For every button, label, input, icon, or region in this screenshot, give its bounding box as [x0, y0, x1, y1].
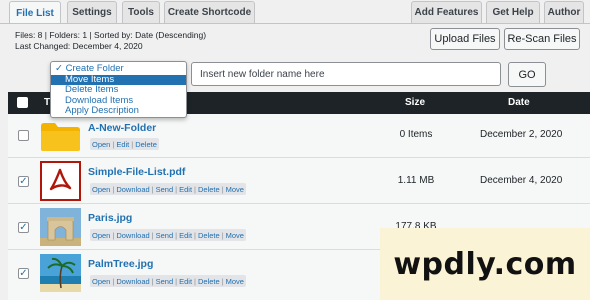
action-move[interactable]: Move: [226, 277, 244, 286]
file-name-link[interactable]: Simple-File-List.pdf: [88, 166, 185, 178]
new-folder-placeholder: Insert new folder name here: [200, 68, 325, 80]
tab-file-list[interactable]: File List: [9, 1, 61, 24]
file-name-link[interactable]: A-New-Folder: [88, 122, 156, 134]
row-checkbox[interactable]: [18, 130, 29, 141]
column-date[interactable]: Date: [508, 97, 530, 108]
option-create-folder[interactable]: ✓ Create Folder: [51, 63, 186, 75]
row-checkbox[interactable]: ✓: [18, 222, 29, 233]
tab-tools[interactable]: Tools: [122, 1, 160, 23]
table-row: A-New-Folder Open | Edit | Delete 0 Items …: [8, 114, 590, 158]
upload-files-button[interactable]: Upload Files: [430, 28, 500, 50]
palm-tree-thumbnail: [40, 254, 81, 292]
pdf-icon: [39, 160, 82, 202]
action-move[interactable]: Move: [226, 231, 244, 240]
row-actions: Open | Download | Send | Edit | Delete | Move: [90, 183, 246, 195]
action-open[interactable]: Open: [92, 185, 110, 194]
go-button[interactable]: GO: [508, 62, 546, 87]
file-name-link[interactable]: PalmTree.jpg: [88, 258, 153, 270]
row-actions: Open | Edit | Delete: [90, 138, 159, 150]
action-open[interactable]: Open: [92, 231, 110, 240]
file-name-link[interactable]: Paris.jpg: [88, 212, 132, 224]
tab-settings[interactable]: Settings: [67, 1, 117, 23]
watermark: wpdly.com: [380, 228, 590, 300]
tab-author[interactable]: Author: [544, 1, 584, 23]
action-delete[interactable]: Delete: [135, 140, 157, 149]
action-move[interactable]: Move: [226, 185, 244, 194]
option-apply-description[interactable]: Apply Description: [51, 105, 186, 117]
select-all-checkbox[interactable]: [17, 97, 28, 108]
action-open[interactable]: Open: [92, 140, 110, 149]
tab-add-features[interactable]: Add Features: [411, 1, 482, 23]
last-changed: Last Changed: December 4, 2020: [15, 41, 143, 51]
action-edit[interactable]: Edit: [179, 231, 192, 240]
file-list-info: Files: 8 | Folders: 1 | Sorted by: Date …: [15, 30, 206, 52]
action-delete[interactable]: Delete: [198, 231, 220, 240]
file-size: 1.11 MB: [397, 175, 435, 186]
watermark-text: wpdly.com: [393, 246, 577, 282]
tab-get-help[interactable]: Get Help: [486, 1, 540, 23]
action-send[interactable]: Send: [156, 277, 174, 286]
folder-icon: [40, 122, 81, 152]
row-actions: Open | Download | Send | Edit | Delete | Move: [90, 229, 246, 241]
action-edit[interactable]: Edit: [116, 140, 129, 149]
action-send[interactable]: Send: [156, 185, 174, 194]
file-size: 0 Items: [399, 129, 433, 140]
action-send[interactable]: Send: [156, 231, 174, 240]
action-edit[interactable]: Edit: [179, 185, 192, 194]
file-date: December 4, 2020: [480, 175, 563, 186]
action-download[interactable]: Download: [116, 231, 149, 240]
row-checkbox[interactable]: ✓: [18, 176, 29, 187]
tab-bar: File List Settings Tools Create Shortcod…: [0, 0, 590, 24]
action-open[interactable]: Open: [92, 277, 110, 286]
rescan-files-button[interactable]: Re-Scan Files: [504, 28, 580, 50]
action-edit[interactable]: Edit: [179, 277, 192, 286]
paris-thumbnail: [40, 208, 81, 246]
row-checkbox[interactable]: ✓: [18, 268, 29, 279]
tab-create-shortcode[interactable]: Create Shortcode: [164, 1, 255, 23]
file-count-summary: Files: 8 | Folders: 1 | Sorted by: Date …: [15, 30, 207, 40]
new-folder-name-input[interactable]: Insert new folder name here: [191, 62, 501, 86]
action-delete[interactable]: Delete: [198, 277, 220, 286]
bulk-action-dropdown[interactable]: ✓ Create Folder Move Items Delete Items …: [50, 61, 187, 118]
action-delete[interactable]: Delete: [198, 185, 220, 194]
tab-divider: [0, 23, 590, 24]
row-actions: Open | Download | Send | Edit | Delete | Move: [90, 275, 246, 287]
action-download[interactable]: Download: [116, 277, 149, 286]
action-download[interactable]: Download: [116, 185, 149, 194]
table-row: ✓ Simple-File-List.pdf Open | Download | S…: [8, 158, 590, 204]
file-date: December 2, 2020: [480, 129, 563, 140]
option-delete-items[interactable]: Delete Items: [51, 84, 186, 96]
column-size[interactable]: Size: [405, 97, 425, 108]
